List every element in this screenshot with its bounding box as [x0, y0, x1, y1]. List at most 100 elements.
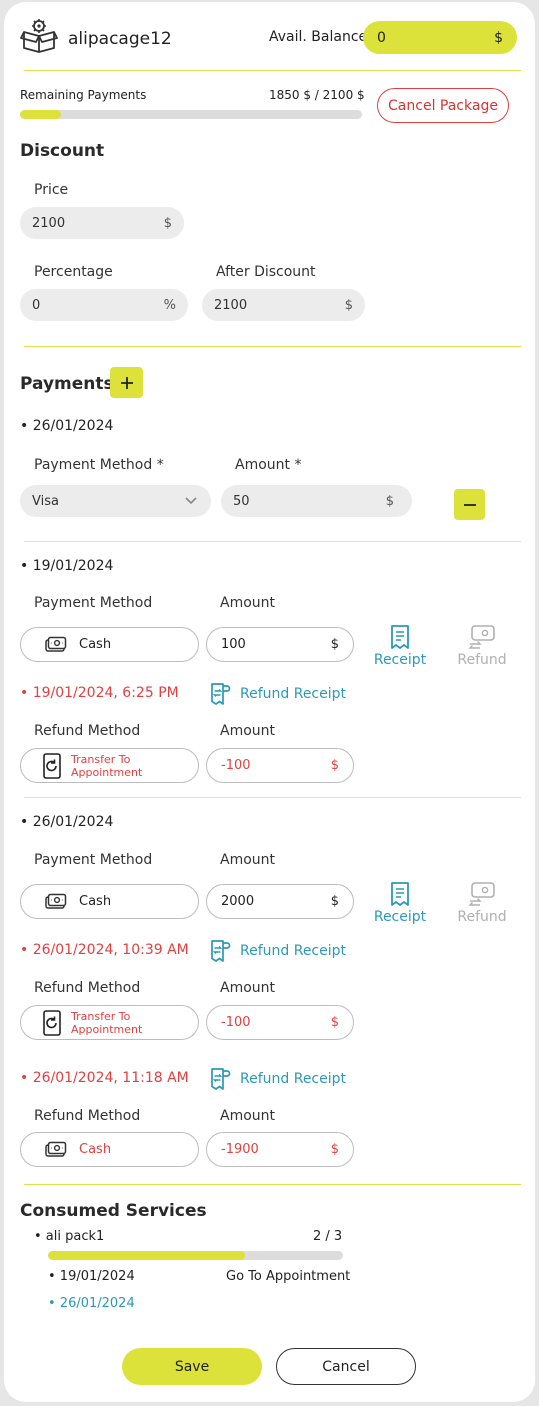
refund-date: • 26/01/2024, 10:39 AM: [20, 942, 189, 958]
cash-icon: [45, 893, 67, 909]
transfer-to-appointment-icon: [43, 1009, 61, 1036]
transfer-to-appointment-icon: [43, 752, 61, 779]
refund-method-label: Refund Method: [34, 980, 141, 996]
refund-amount-value: -100: [221, 1015, 251, 1030]
service-progress: [48, 1251, 343, 1260]
refund-receipt-link[interactable]: Refund Receipt: [208, 939, 346, 963]
add-payment-button[interactable]: [110, 367, 143, 398]
go-to-appointment-link[interactable]: Go To Appointment: [226, 1269, 350, 1284]
divider: [24, 1184, 521, 1185]
percentage-value: 0: [32, 297, 41, 313]
consumed-services-title: Consumed Services: [20, 1201, 207, 1221]
remaining-label: Remaining Payments: [20, 88, 147, 102]
payment-method-label: Payment Method: [34, 595, 153, 611]
service-count: 2 / 3: [313, 1229, 343, 1244]
cash-icon: [45, 636, 67, 652]
service-progress-fill: [48, 1251, 245, 1260]
refund-amount-unit: $: [330, 1142, 339, 1157]
refund-method-label: Refund Method: [34, 723, 141, 739]
refund-method-line2: Appointment: [71, 765, 143, 779]
service-name: • ali pack1: [34, 1229, 105, 1244]
refund-date: • 26/01/2024, 11:18 AM: [20, 1070, 189, 1086]
amount-unit: $: [330, 894, 339, 909]
new-amount-label: Amount *: [235, 457, 302, 473]
refund-receipt-label: Refund Receipt: [240, 686, 347, 702]
remaining-progress-fill: [20, 110, 62, 119]
refund-method-field[interactable]: Transfer To Appointment: [20, 1005, 199, 1040]
amount-label: Amount: [220, 852, 276, 868]
amount-field[interactable]: 2000 $: [206, 884, 354, 919]
refund-receipt-icon: [211, 940, 231, 962]
refund-label: Refund: [457, 909, 507, 925]
payment-method-value: Cash: [79, 637, 112, 652]
refund-amount-field[interactable]: -100 $: [206, 1005, 354, 1040]
refund-button[interactable]: Refund: [446, 624, 518, 668]
refund-button[interactable]: Refund: [446, 881, 518, 925]
refund-amount-value: -1900: [221, 1142, 259, 1157]
chevron-down-icon: [185, 497, 197, 505]
refund-receipt-link[interactable]: Refund Receipt: [208, 1067, 346, 1091]
service-use-date: • 19/01/2024: [48, 1269, 135, 1284]
username: alipacage12: [68, 29, 172, 49]
payment-method-field[interactable]: Cash: [20, 884, 199, 919]
refund-method-line1: Transfer To: [71, 1009, 131, 1023]
divider: [24, 70, 521, 71]
refund-method-field[interactable]: Cash: [20, 1132, 199, 1167]
refund-icon: [468, 625, 495, 649]
receipt-label: Receipt: [373, 652, 427, 668]
refund-receipt-link[interactable]: Refund Receipt: [208, 682, 346, 706]
new-amount-field[interactable]: 50 $: [221, 485, 412, 517]
receipt-button[interactable]: Receipt: [364, 624, 436, 668]
refund-icon: [468, 882, 495, 906]
save-button[interactable]: Save: [122, 1348, 262, 1385]
price-unit: $: [163, 215, 172, 231]
percentage-field[interactable]: 0 %: [20, 289, 188, 321]
payment-date: • 26/01/2024: [20, 814, 114, 830]
discount-title: Discount: [20, 141, 105, 161]
amount-unit: $: [330, 637, 339, 652]
amount-field[interactable]: 100 $: [206, 627, 354, 662]
balance-label: Avail. Balance: [269, 29, 368, 45]
package-gift-icon: [20, 19, 58, 53]
price-field[interactable]: 2100 $: [20, 207, 184, 239]
receipt-button[interactable]: Receipt: [364, 881, 436, 925]
after-discount-value: 2100: [214, 297, 248, 313]
plus-icon: [120, 376, 133, 389]
refund-method-label: Refund Method: [34, 1108, 141, 1124]
cancel-button[interactable]: Cancel: [276, 1348, 416, 1385]
remaining-progress: [20, 110, 362, 119]
package-card: alipacage12 Avail. Balance 0 $ Remaining…: [4, 2, 535, 1402]
refund-amount-label: Amount: [220, 980, 276, 996]
refund-amount-field[interactable]: -1900 $: [206, 1132, 354, 1167]
payment-method-value: Visa: [32, 493, 59, 509]
balance-currency: $: [494, 29, 503, 46]
cancel-package-button[interactable]: Cancel Package: [377, 88, 509, 123]
price-label: Price: [34, 182, 69, 198]
refund-amount-field[interactable]: -100 $: [206, 748, 354, 783]
amount-label: Amount: [220, 595, 276, 611]
refund-amount-label: Amount: [220, 723, 276, 739]
refund-receipt-icon: [211, 1068, 231, 1090]
payment-method-label: Payment Method: [34, 852, 153, 868]
amount-value: 100: [221, 637, 246, 652]
payment-method-field[interactable]: Cash: [20, 627, 199, 662]
receipt-label: Receipt: [373, 909, 427, 925]
new-amount-unit: $: [385, 493, 394, 509]
after-discount-field[interactable]: 2100 $: [202, 289, 365, 321]
refund-method-value: Cash: [79, 1142, 112, 1157]
payments-title: Payments: [20, 374, 114, 394]
refund-method-field[interactable]: Transfer To Appointment: [20, 748, 199, 783]
amount-value: 2000: [221, 894, 255, 909]
payment-method-select[interactable]: Visa: [20, 485, 211, 517]
refund-date: • 19/01/2024, 6:25 PM: [20, 685, 179, 701]
after-discount-unit: $: [344, 297, 353, 313]
divider: [24, 346, 521, 347]
refund-amount-unit: $: [330, 1015, 339, 1030]
receipt-icon: [391, 882, 409, 906]
payment-method-value: Cash: [79, 894, 112, 909]
new-payment-date: • 26/01/2024: [20, 418, 114, 434]
refund-amount-unit: $: [330, 758, 339, 773]
refund-label: Refund: [457, 652, 507, 668]
refund-receipt-icon: [211, 683, 231, 705]
remove-payment-button[interactable]: [454, 489, 485, 520]
